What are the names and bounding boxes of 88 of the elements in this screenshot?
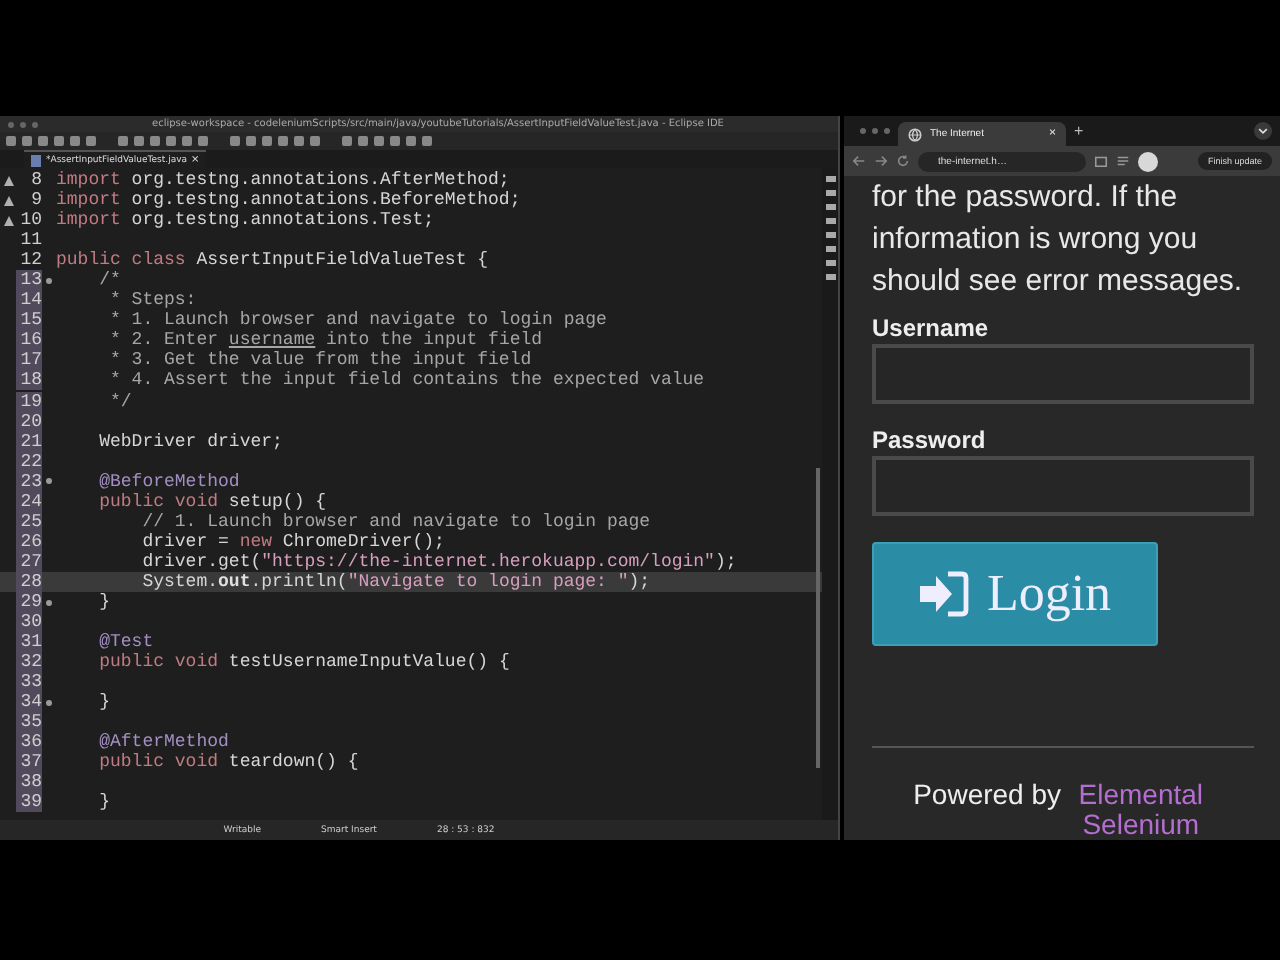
line-number: 31: [16, 632, 42, 653]
line-number: 19: [16, 391, 42, 412]
code-line: public void setup() {: [97, 491, 327, 512]
window-controls-icon[interactable]: [860, 128, 890, 134]
back-icon[interactable]: [852, 154, 866, 168]
code-line: public void testUsernameInputValue() {: [97, 652, 510, 673]
overview-marker-icon[interactable]: [825, 218, 835, 224]
line-number: 8: [29, 170, 42, 191]
code-line: }: [97, 792, 111, 813]
fold-marker-icon[interactable]: [46, 478, 52, 485]
field-label: Username: [872, 314, 991, 342]
code-line: import org.testng.annotations.BeforeMethod;: [56, 190, 521, 211]
line-number: 21: [16, 431, 42, 452]
overview-marker-icon[interactable]: [825, 246, 835, 252]
intro-paragraph: for the password. If the information is wrong you should see error messages.: [872, 178, 1245, 302]
code-line: * 3. Get the value from the input field: [108, 350, 532, 371]
code-line: /*: [97, 270, 121, 291]
code-line: driver = new ChromeDriver();: [140, 531, 445, 552]
overview-marker-icon[interactable]: [825, 274, 835, 280]
line-number: 33: [16, 672, 42, 693]
line-number: 36: [16, 732, 42, 753]
line-number: 15: [16, 310, 42, 331]
line-number: 23: [16, 471, 42, 492]
overview-marker-icon[interactable]: [825, 232, 835, 238]
code-line: WebDriver driver;: [97, 431, 283, 452]
sign-in-icon: [918, 570, 971, 618]
line-number: 32: [16, 652, 42, 673]
code-line: driver.get("https://the-internet.herokuapp.com/login");: [140, 551, 737, 572]
reload-icon[interactable]: [896, 154, 910, 168]
window-controls-icon[interactable]: [8, 121, 38, 127]
code-line: import org.testng.annotations.AfterMethod;: [56, 170, 510, 191]
line-number: 12: [18, 250, 42, 271]
overview-marker-icon[interactable]: [825, 204, 835, 210]
fold-marker-icon[interactable]: [46, 277, 52, 284]
chevron-down-icon[interactable]: [1254, 122, 1272, 140]
line-number: 39: [16, 792, 42, 813]
code-line: * 1. Launch browser and navigate to login page: [108, 310, 607, 331]
line-number: 22: [16, 451, 42, 472]
line-number: 28: [16, 571, 42, 592]
code-line: }: [97, 692, 111, 713]
line-number: 34: [16, 692, 42, 713]
code-line: // 1. Launch browser and navigate to login page: [140, 511, 651, 532]
footer-text: Powered by Elemental Selenium: [872, 780, 1254, 840]
overview-marker-icon[interactable]: [825, 190, 835, 196]
field-label: Password: [872, 426, 988, 454]
overview-marker-icon[interactable]: [825, 176, 835, 182]
line-number: 11: [18, 230, 42, 251]
input-field[interactable]: [872, 456, 1254, 516]
code-line: * 4. Assert the input field contains the expected value: [108, 370, 705, 391]
line-number: 13: [16, 270, 42, 291]
line-number: 30: [16, 612, 42, 633]
globe-icon: [908, 127, 922, 141]
line-number: 27: [16, 551, 42, 572]
line-number: 29: [16, 592, 42, 612]
line-number: 14: [16, 290, 42, 311]
line-number: 35: [16, 712, 42, 733]
code-line: @Test: [97, 632, 154, 653]
line-number: 16: [16, 330, 42, 351]
line-number: 26: [16, 531, 42, 552]
line-number: 24: [16, 491, 42, 512]
line-number: 10: [18, 210, 42, 231]
code-line: * Steps:: [108, 290, 197, 311]
code-line: }: [97, 592, 111, 612]
code-line: public class AssertInputFieldValueTest {: [56, 250, 489, 271]
line-number: 25: [16, 511, 42, 532]
code-line: @AfterMethod: [97, 732, 229, 753]
java-file-icon: [30, 153, 42, 167]
overview-marker-icon[interactable]: [825, 260, 835, 266]
fold-marker-icon[interactable]: [46, 699, 52, 706]
scrollbar[interactable]: [816, 468, 820, 768]
line-number: 37: [16, 752, 42, 773]
line-number: 38: [16, 772, 42, 793]
line-number: 9: [29, 190, 42, 211]
code-line: import org.testng.annotations.Test;: [56, 210, 435, 231]
footer-link[interactable]: Elemental Selenium: [1068, 780, 1213, 840]
code-line: System.out.println("Navigate to login page: ");: [140, 571, 651, 592]
forward-icon[interactable]: [874, 154, 888, 168]
code-line: * 2. Enter username into the input field: [108, 330, 543, 351]
code-line: */: [108, 391, 132, 412]
input-field[interactable]: [872, 344, 1254, 404]
new-tab-button[interactable]: +: [1074, 122, 1084, 140]
line-number: 20: [16, 411, 42, 432]
line-number: 17: [16, 350, 42, 371]
line-number: 18: [16, 370, 42, 391]
code-line: public void teardown() {: [97, 752, 359, 773]
code-line: @BeforeMethod: [97, 471, 240, 492]
fold-marker-icon[interactable]: [46, 599, 52, 605]
avatar-icon[interactable]: [1138, 151, 1158, 171]
